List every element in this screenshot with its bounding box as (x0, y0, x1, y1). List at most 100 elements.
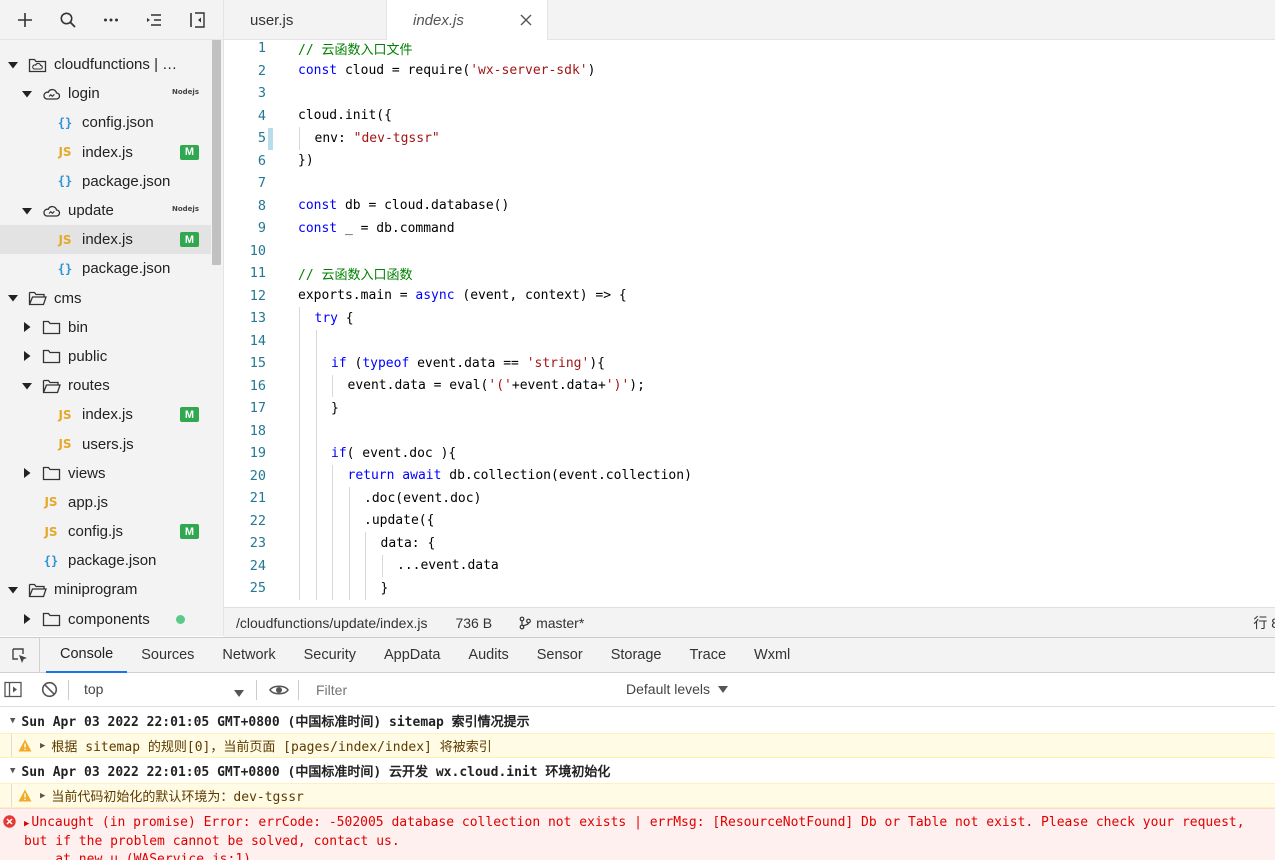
cursor-position[interactable]: 行 8, (1253, 613, 1275, 633)
code-line[interactable]: 3 (224, 82, 1275, 105)
code-token: data: { (380, 535, 436, 551)
chevron-down-icon[interactable] (20, 204, 34, 218)
code-line[interactable]: 13 try { (224, 307, 1275, 330)
tab-trace[interactable]: Trace (675, 638, 740, 673)
filter-input[interactable] (308, 677, 614, 703)
git-branch[interactable]: master* (518, 615, 584, 631)
tree-item[interactable]: JS app.js (0, 488, 211, 517)
code-line[interactable]: 9 const _ = db.command (224, 217, 1275, 240)
code-line[interactable]: 6}) (224, 150, 1275, 173)
tree-item[interactable]: JS config.js M (0, 517, 211, 546)
tab-wxml[interactable]: Wxml (740, 638, 804, 673)
code-line[interactable]: 25} (224, 577, 1275, 600)
sidebar-scrollbar[interactable] (212, 40, 221, 265)
tree-item[interactable]: JS users.js (0, 429, 211, 458)
tab-storage[interactable]: Storage (597, 638, 676, 673)
code-line[interactable]: 18 (224, 420, 1275, 443)
tree-item[interactable]: routes (0, 371, 211, 400)
chevron-down-icon[interactable] (234, 685, 244, 701)
code-line[interactable]: 10 (224, 240, 1275, 263)
tree-item[interactable]: {} package.json (0, 546, 211, 575)
tab-sources[interactable]: Sources (127, 638, 208, 673)
js-file-icon: JS (58, 437, 72, 452)
code-line[interactable]: 1 // 云函数入口文件 (224, 40, 1275, 60)
code-line[interactable]: 5 env: "dev-tgssr" (224, 127, 1275, 150)
tree-item[interactable]: JS index.js M (0, 400, 211, 429)
console-output[interactable]: ▼ Sun Apr 03 2022 22:01:05 GMT+0800 (中国标准… (0, 708, 1275, 860)
chevron-down-icon[interactable] (6, 291, 20, 305)
code-line[interactable]: 7 (224, 172, 1275, 195)
new-file-button[interactable] (8, 2, 41, 38)
console-group-header[interactable]: ▼ Sun Apr 03 2022 22:01:05 GMT+0800 (中国标准… (0, 708, 1275, 733)
code-line[interactable]: 8 const db = cloud.database() (224, 195, 1275, 218)
chevron-right-icon[interactable] (20, 349, 34, 363)
code-line[interactable]: 23 data: { (224, 532, 1275, 555)
js-file-icon: JS (58, 232, 72, 247)
console-error-text: Uncaught (in promise) Error: errCode: -5… (24, 815, 1245, 849)
tab-network[interactable]: Network (208, 638, 289, 673)
tab-index-js[interactable]: index.js (387, 0, 548, 41)
clear-console-button[interactable] (41, 681, 58, 698)
sidebar-toggle-button[interactable] (4, 681, 22, 698)
chevron-down-icon[interactable] (20, 87, 34, 101)
chevron-right-icon[interactable] (20, 466, 34, 480)
code-line[interactable]: 21 .doc(event.doc) (224, 487, 1275, 510)
code-line[interactable]: 2 const cloud = require('wx-server-sdk') (224, 60, 1275, 83)
code-text: exports.main = async (event, context) =>… (298, 288, 627, 303)
tree-item[interactable]: cloudfunctions | … (0, 50, 211, 79)
tab-user-js[interactable]: user.js (224, 0, 387, 40)
tree-item[interactable]: login Nodejs (0, 79, 211, 108)
context-selector[interactable]: top (84, 681, 103, 697)
tab-security[interactable]: Security (290, 638, 370, 673)
indent-guide (299, 307, 300, 600)
stack-trace-link[interactable]: WAService.js:1 (134, 852, 244, 860)
chevron-right-icon[interactable] (20, 320, 34, 334)
js-file-icon: JS (58, 407, 72, 422)
toggle-panel-button[interactable] (180, 2, 213, 38)
code-line[interactable]: 22 .update({ (224, 510, 1275, 533)
tab-appdata[interactable]: AppData (370, 638, 454, 673)
chevron-down-icon[interactable] (20, 379, 34, 393)
code-editor[interactable]: 1 // 云函数入口文件 2 const cloud = require('wx-se… (224, 40, 1275, 607)
code-line[interactable]: 11 // 云函数入口函数 (224, 262, 1275, 285)
close-icon[interactable] (519, 13, 533, 27)
code-line[interactable]: 12 exports.main = async (event, context) … (224, 285, 1275, 308)
tree-item[interactable]: cms (0, 284, 211, 313)
chevron-down-icon[interactable] (6, 583, 20, 597)
tab-sensor[interactable]: Sensor (523, 638, 597, 673)
tree-item[interactable]: {} package.json (0, 167, 211, 196)
code-line[interactable]: 20 return await db.collection(event.colle… (224, 465, 1275, 488)
chevron-down-icon[interactable] (6, 58, 20, 72)
code-line[interactable]: 14 (224, 330, 1275, 353)
tree-item[interactable]: public (0, 342, 211, 371)
tree-item[interactable]: JS index.js M (0, 138, 211, 167)
tree-item[interactable]: views (0, 459, 211, 488)
more-button[interactable] (94, 2, 127, 38)
tab-audits[interactable]: Audits (454, 638, 522, 673)
tree-item[interactable]: JS index.js M (0, 225, 211, 255)
tab-console[interactable]: Console (46, 638, 128, 673)
tree-item[interactable]: {} config.json (0, 108, 211, 137)
tree-item[interactable]: miniprogram (0, 575, 211, 604)
code-line[interactable]: 19 if( event.doc ){ (224, 442, 1275, 465)
code-line[interactable]: 17} (224, 397, 1275, 420)
code-line[interactable]: 16 event.data = eval('('+event.data+')'); (224, 375, 1275, 398)
modified-badge: M (180, 144, 199, 160)
tree-item[interactable]: bin (0, 313, 211, 342)
tree-item[interactable]: update Nodejs (0, 196, 211, 225)
code-line[interactable]: 4 cloud.init({ (224, 105, 1275, 128)
console-warning[interactable]: ▶ 根据 sitemap 的规则[0]，当前页面 [pages/index/ind… (0, 733, 1275, 758)
tree-item[interactable]: {} package.json (0, 254, 211, 283)
console-error[interactable]: ▶ Uncaught (in promise) Error: errCode: -… (0, 808, 1275, 860)
log-levels-dropdown[interactable]: Default levels (626, 681, 728, 697)
search-button[interactable] (51, 2, 84, 38)
tree-item-label: cms (54, 289, 82, 307)
console-group-header[interactable]: ▼ Sun Apr 03 2022 22:01:05 GMT+0800 (中国标准… (0, 758, 1275, 783)
console-warning[interactable]: ▶ 当前代码初始化的默认环境为：dev-tgssr (0, 783, 1275, 808)
collapse-all-button[interactable] (137, 2, 170, 38)
code-line[interactable]: 15 if (typeof event.data == 'string'){ (224, 352, 1275, 375)
chevron-right-icon[interactable] (20, 612, 34, 626)
inspect-element-button[interactable] (0, 637, 40, 673)
tree-item[interactable]: components (0, 605, 211, 634)
live-expression-button[interactable] (269, 682, 289, 701)
